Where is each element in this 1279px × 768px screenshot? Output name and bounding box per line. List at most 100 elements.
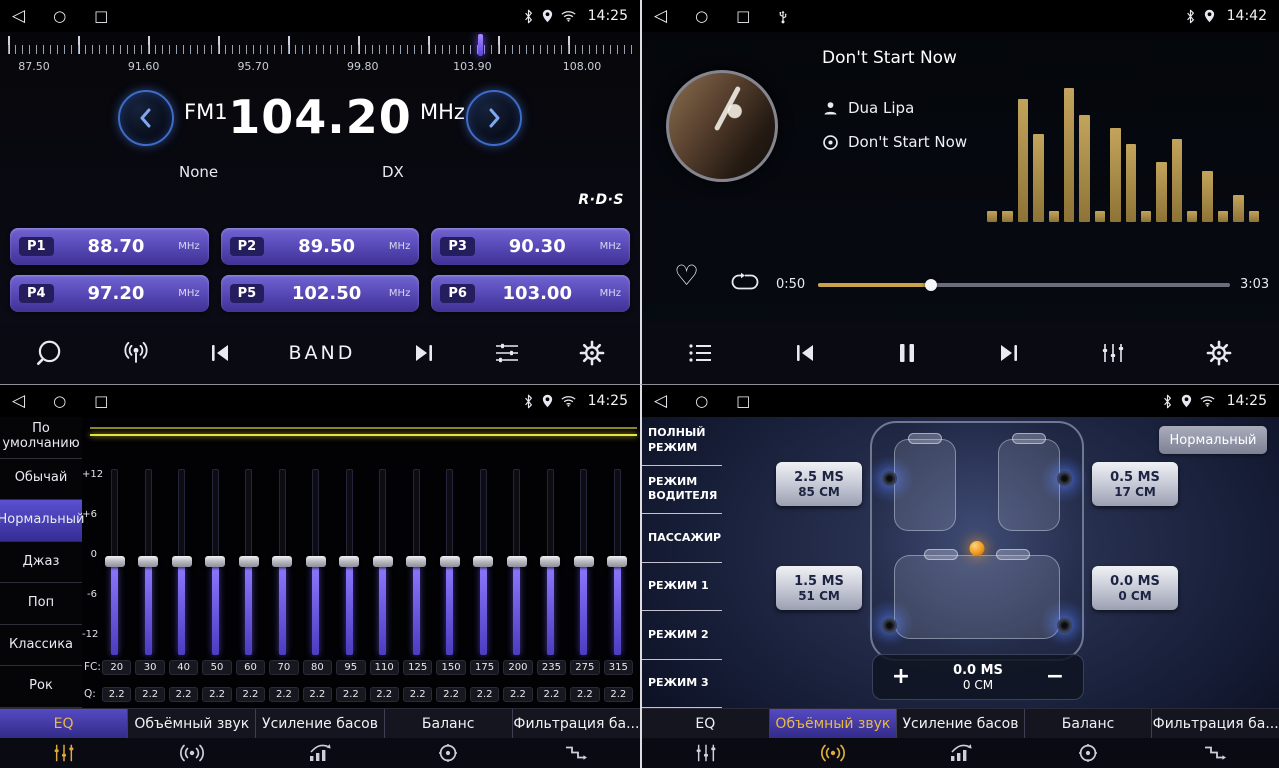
- tab-balance[interactable]: Баланс: [385, 709, 513, 738]
- eq-band-knob[interactable]: [406, 556, 426, 567]
- eq-band-slider[interactable]: [232, 469, 266, 655]
- eq-band-slider[interactable]: [266, 469, 300, 655]
- settings-button[interactable]: [578, 339, 606, 367]
- delay-rear-left-button[interactable]: 1.5 MS 51 CM: [776, 566, 862, 610]
- repeat-button[interactable]: [730, 272, 760, 296]
- listening-mode-item[interactable]: РЕЖИМ 2: [642, 611, 722, 660]
- surround-sound-icon[interactable]: [769, 738, 896, 768]
- balance-icon[interactable]: [1024, 738, 1151, 768]
- home-button[interactable]: ○: [695, 394, 708, 409]
- eq-band-slider[interactable]: [500, 469, 534, 655]
- eq-band-knob[interactable]: [473, 556, 493, 567]
- listening-position-dot[interactable]: [970, 541, 985, 556]
- eq-band-knob[interactable]: [172, 556, 192, 567]
- eq-band-slider[interactable]: [132, 469, 166, 655]
- eq-band-knob[interactable]: [205, 556, 225, 567]
- home-button[interactable]: ○: [695, 9, 708, 24]
- eq-band-knob[interactable]: [105, 556, 125, 567]
- rear-right-speaker-icon[interactable]: [1057, 618, 1072, 633]
- settings-button[interactable]: [1205, 339, 1233, 367]
- eq-band-slider[interactable]: [98, 469, 132, 655]
- eq-preset-item[interactable]: Нормальный: [0, 500, 82, 542]
- eq-band-slider[interactable]: [165, 469, 199, 655]
- eq-band-slider[interactable]: [199, 469, 233, 655]
- tab-bass-boost[interactable]: Усиление басов: [897, 709, 1025, 738]
- back-button[interactable]: ◁: [654, 8, 667, 25]
- previous-track-button[interactable]: [793, 342, 817, 364]
- preset-button-p1[interactable]: P188.70MHz: [10, 228, 209, 265]
- tuning-indicator[interactable]: [478, 34, 483, 56]
- tab-filter[interactable]: Фильтрация ба...: [513, 709, 640, 738]
- eq-band-slider[interactable]: [534, 469, 568, 655]
- back-button[interactable]: ◁: [654, 393, 667, 410]
- home-button[interactable]: ○: [53, 9, 66, 24]
- eq-band-knob[interactable]: [138, 556, 158, 567]
- eq-band-knob[interactable]: [574, 556, 594, 567]
- tab-filter[interactable]: Фильтрация ба...: [1152, 709, 1279, 738]
- eq-band-knob[interactable]: [272, 556, 292, 567]
- broadcast-button[interactable]: [121, 340, 151, 366]
- delay-front-right-button[interactable]: 0.5 MS 17 CM: [1092, 462, 1178, 506]
- eq-sliders-icon[interactable]: [642, 738, 769, 768]
- filter-icon[interactable]: [512, 738, 640, 768]
- listening-mode-item[interactable]: ПАССАЖИР: [642, 514, 722, 563]
- eq-band-slider[interactable]: [433, 469, 467, 655]
- eq-band-knob[interactable]: [306, 556, 326, 567]
- eq-band-knob[interactable]: [607, 556, 627, 567]
- equalizer-button[interactable]: [1100, 341, 1126, 365]
- recents-button[interactable]: □: [94, 9, 108, 24]
- listening-mode-item[interactable]: РЕЖИМ 3: [642, 660, 722, 709]
- recents-button[interactable]: □: [736, 9, 750, 24]
- eq-band-slider[interactable]: [299, 469, 333, 655]
- tab-surround[interactable]: Объёмный звук: [128, 709, 256, 738]
- eq-band-slider[interactable]: [366, 469, 400, 655]
- preset-button-p3[interactable]: P390.30MHz: [431, 228, 630, 265]
- eq-band-knob[interactable]: [540, 556, 560, 567]
- eq-band-knob[interactable]: [440, 556, 460, 567]
- eq-preset-item[interactable]: Поп: [0, 583, 82, 625]
- preset-button-p6[interactable]: P6103.00MHz: [431, 275, 630, 312]
- pause-button[interactable]: [896, 341, 918, 365]
- preset-button-p2[interactable]: P289.50MHz: [221, 228, 420, 265]
- delay-rear-right-button[interactable]: 0.0 MS 0 CM: [1092, 566, 1178, 610]
- eq-preset-item[interactable]: Джаз: [0, 542, 82, 584]
- delay-front-left-button[interactable]: 2.5 MS 85 CM: [776, 462, 862, 506]
- tab-eq[interactable]: EQ: [0, 709, 128, 738]
- scan-button[interactable]: [34, 338, 64, 368]
- next-station-button[interactable]: [412, 342, 436, 364]
- back-button[interactable]: ◁: [12, 393, 25, 410]
- eq-sliders-icon[interactable]: [0, 738, 128, 768]
- home-button[interactable]: ○: [53, 394, 66, 409]
- band-button[interactable]: BAND: [289, 342, 356, 364]
- filter-icon[interactable]: [1152, 738, 1279, 768]
- listening-mode-item[interactable]: РЕЖИМ 1: [642, 563, 722, 612]
- back-button[interactable]: ◁: [12, 8, 25, 25]
- eq-band-slider[interactable]: [400, 469, 434, 655]
- tune-up-button[interactable]: [466, 90, 522, 146]
- bass-boost-icon[interactable]: [256, 738, 384, 768]
- listening-mode-item[interactable]: РЕЖИМ ВОДИТЕЛЯ: [642, 466, 722, 515]
- tab-eq[interactable]: EQ: [642, 709, 770, 738]
- seek-bar-knob[interactable]: [925, 279, 937, 291]
- front-left-speaker-icon[interactable]: [882, 471, 897, 486]
- eq-preset-item[interactable]: Обычай: [0, 459, 82, 501]
- eq-preset-item[interactable]: По умолчанию: [0, 417, 82, 459]
- preset-button-p4[interactable]: P497.20MHz: [10, 275, 209, 312]
- eq-band-slider[interactable]: [467, 469, 501, 655]
- eq-band-slider[interactable]: [333, 469, 367, 655]
- bass-boost-icon[interactable]: [897, 738, 1024, 768]
- eq-band-slider[interactable]: [567, 469, 601, 655]
- album-art[interactable]: [666, 70, 778, 182]
- tab-bass-boost[interactable]: Усиление басов: [256, 709, 384, 738]
- previous-station-button[interactable]: [208, 342, 232, 364]
- sound-preset-button[interactable]: Нормальный: [1159, 426, 1267, 454]
- eq-preset-item[interactable]: Классика: [0, 625, 82, 667]
- delay-increase-button[interactable]: +: [887, 666, 915, 688]
- seek-bar[interactable]: [818, 283, 1230, 287]
- audio-settings-button[interactable]: [493, 341, 521, 365]
- surround-sound-icon[interactable]: [128, 738, 256, 768]
- frequency-scale[interactable]: 87.5091.6095.7099.80103.90108.00: [0, 34, 640, 82]
- tab-balance[interactable]: Баланс: [1025, 709, 1153, 738]
- eq-band-knob[interactable]: [239, 556, 259, 567]
- playlist-button[interactable]: [688, 342, 714, 364]
